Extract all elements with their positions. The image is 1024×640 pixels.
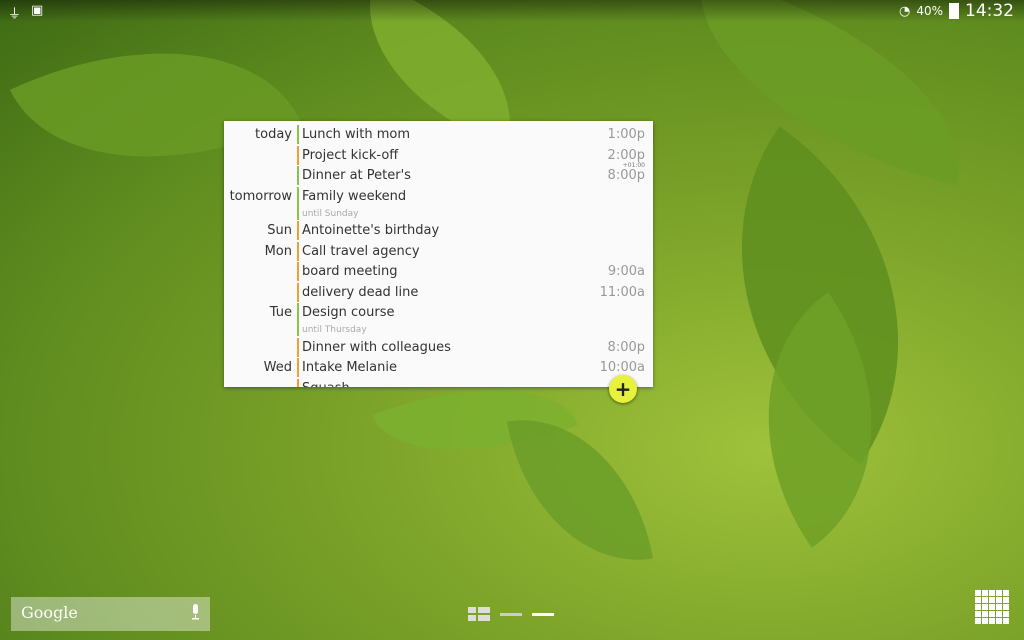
agenda-day: Tue: [269, 305, 292, 320]
page-dot[interactable]: [500, 612, 522, 616]
agenda-row[interactable]: tomorrow Family weekend until Sunday: [224, 186, 653, 221]
mic-icon[interactable]: [191, 604, 200, 620]
agenda-day: Wed: [263, 360, 292, 375]
event-title: Antoinette's birthday: [302, 223, 440, 238]
event-title: board meeting: [302, 264, 398, 279]
event-color-bar: [297, 145, 299, 165]
event-time: 9:00a: [607, 264, 645, 279]
agenda-day: Mon: [264, 243, 292, 259]
clock: 14:32: [965, 1, 1014, 21]
page-indicator: [468, 607, 554, 621]
agenda-day: Sun: [267, 223, 292, 238]
event-title: Call travel agency: [302, 243, 420, 259]
agenda-row[interactable]: Sun Antoinette's birthday: [224, 221, 653, 241]
event-title: Squash: [302, 381, 350, 388]
event-time: 8:00p: [607, 339, 645, 355]
event-color-bar: [297, 378, 299, 387]
event-title: Dinner with colleagues: [302, 339, 451, 355]
agenda-row[interactable]: Dinner at Peter's 8:00p +01:00: [224, 162, 653, 186]
event-title: Dinner at Peter's: [302, 168, 411, 183]
page-dot-active[interactable]: [532, 612, 554, 616]
event-color-bar: [297, 125, 299, 144]
event-time-offset: +01:00: [622, 162, 645, 169]
event-time: 10:00a: [599, 360, 645, 375]
event-time: 1:00p: [607, 127, 645, 142]
home-page-icon[interactable]: [468, 607, 490, 621]
event-color-bar: [297, 282, 299, 302]
event-time: 11:00a: [599, 284, 645, 300]
event-title: Project kick-off: [302, 147, 399, 163]
event-title: Family weekend: [302, 188, 407, 204]
event-color-bar: [297, 262, 299, 281]
event-title: Design course: [302, 305, 395, 320]
agenda-day: today: [255, 127, 292, 142]
event-time: 8:00p: [607, 168, 645, 183]
event-color-bar: [297, 358, 299, 377]
agenda-row[interactable]: Mon Call travel agency: [224, 241, 653, 262]
event-color-bar: [297, 337, 299, 357]
agenda-row[interactable]: Squash: [224, 378, 653, 388]
event-subtitle: until Thursday: [302, 325, 367, 335]
event-color-bar: [297, 186, 299, 220]
event-color-bar: [297, 166, 299, 185]
agenda-row[interactable]: Dinner with colleagues 8:00p: [224, 337, 653, 358]
agenda-row[interactable]: Project kick-off 2:00p: [224, 145, 653, 166]
event-subtitle: until Sunday: [302, 208, 359, 219]
apps-grid-icon[interactable]: [975, 590, 1009, 624]
agenda-row[interactable]: board meeting 9:00a: [224, 262, 653, 282]
agenda-row[interactable]: Tue Design course until Thursday: [224, 303, 653, 337]
event-color-bar: [297, 221, 299, 240]
event-title: delivery dead line: [302, 284, 419, 300]
image-icon: ▣: [31, 3, 44, 18]
event-title: Lunch with mom: [302, 127, 411, 142]
agenda-row[interactable]: Wed Intake Melanie 10:00a: [224, 358, 653, 378]
status-bar: ⏚ ▣ ◔ 40% 14:32: [0, 0, 1024, 22]
event-title: Intake Melanie: [302, 360, 397, 375]
add-event-button[interactable]: +: [609, 375, 637, 403]
agenda-row[interactable]: delivery dead line 11:00a: [224, 282, 653, 303]
google-search-bar[interactable]: Google: [11, 597, 210, 631]
usb-icon: ⏚: [8, 7, 22, 22]
agenda-day: tomorrow: [229, 188, 292, 204]
event-time: 2:00p: [607, 147, 645, 163]
battery-icon: [949, 3, 959, 19]
event-color-bar: [297, 241, 299, 261]
google-logo: Google: [21, 603, 78, 622]
wifi-icon: ◔: [898, 3, 911, 19]
event-color-bar: [297, 303, 299, 336]
battery-percent: 40%: [916, 4, 943, 18]
agenda-widget[interactable]: today Lunch with mom 1:00p Project kick-off…: [224, 121, 653, 387]
agenda-row[interactable]: today Lunch with mom 1:00p: [224, 125, 653, 145]
